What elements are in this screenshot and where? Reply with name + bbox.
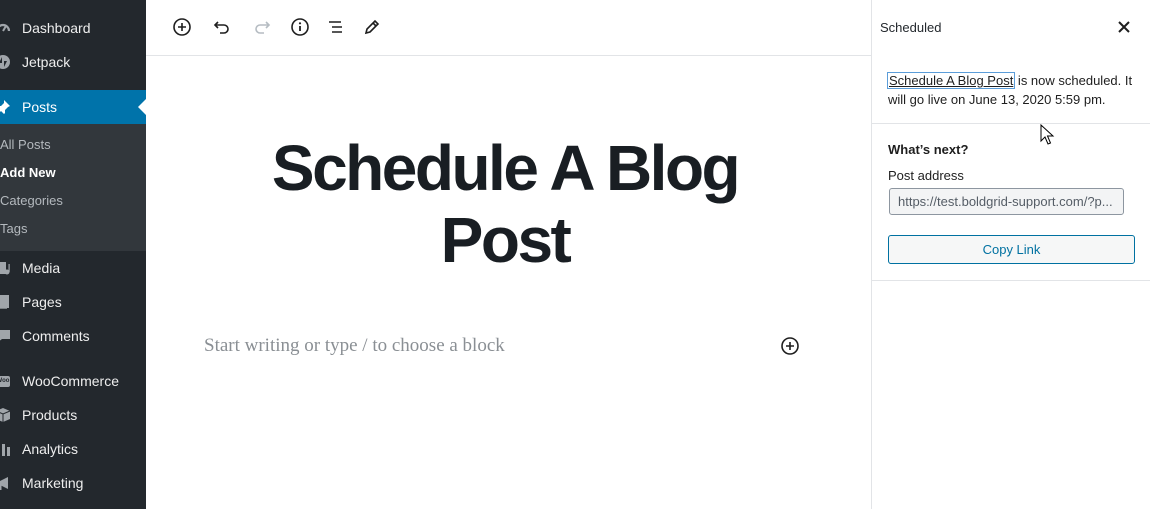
menu-item-woocommerce[interactable]: Woo WooCommerce (0, 364, 146, 398)
scheduled-panel: Scheduled Schedule A Blog Post is now sc… (871, 0, 1150, 509)
menu-label-woocommerce: WooCommerce (22, 373, 119, 389)
woocommerce-icon-text: Woo (0, 375, 11, 387)
menu-item-media[interactable]: Media (0, 251, 146, 285)
submenu-all-posts[interactable]: All Posts (0, 137, 51, 152)
pushpin-icon (0, 98, 12, 116)
menu-label-marketing: Marketing (22, 475, 84, 491)
jetpack-icon (0, 53, 12, 71)
menu-label-products: Products (22, 407, 78, 423)
menu-item-jetpack[interactable]: Jetpack (0, 45, 146, 79)
close-icon[interactable] (1115, 18, 1133, 36)
mouse-cursor-icon (1040, 124, 1055, 145)
menu-label-media: Media (22, 260, 61, 276)
menu-item-pages[interactable]: Pages (0, 285, 146, 319)
menu-label-jetpack: Jetpack (22, 54, 71, 70)
block-placeholder[interactable]: Start writing or type / to choose a bloc… (204, 335, 505, 357)
divider (872, 280, 1150, 281)
posts-submenu: All Posts Add New Categories Tags (0, 124, 146, 251)
admin-sidebar: Dashboard Jetpack Posts All Posts Add Ne… (0, 0, 146, 509)
post-address-label: Post address (888, 168, 964, 183)
analytics-icon (0, 440, 12, 458)
submenu-add-new[interactable]: Add New (0, 165, 56, 180)
menu-item-posts[interactable]: Posts (0, 90, 146, 124)
menu-label-dashboard: Dashboard (22, 20, 91, 36)
copy-link-button[interactable]: Copy Link (888, 235, 1135, 264)
menu-item-products[interactable]: Products (0, 398, 146, 432)
redo-icon[interactable] (251, 16, 273, 38)
editor-toolbar (146, 0, 871, 56)
post-address-field[interactable] (889, 188, 1124, 215)
menu-label-analytics: Analytics (22, 441, 79, 457)
edit-pencil-icon[interactable] (361, 16, 383, 38)
woocommerce-icon: Woo (0, 372, 12, 390)
undo-icon[interactable] (211, 16, 233, 38)
menu-item-dashboard[interactable]: Dashboard (0, 11, 146, 45)
menu-item-analytics[interactable]: Analytics (0, 432, 146, 466)
add-block-icon[interactable] (171, 16, 193, 38)
products-icon (0, 406, 12, 424)
menu-label-pages: Pages (22, 294, 62, 310)
post-title[interactable]: Schedule A Blog Post (200, 132, 810, 276)
menu-item-comments[interactable]: Comments (0, 319, 146, 353)
dashboard-icon (0, 19, 12, 37)
panel-title: Scheduled (880, 20, 942, 35)
whats-next-heading: What’s next? (888, 142, 969, 157)
info-icon[interactable] (289, 16, 311, 38)
inline-add-block-icon[interactable] (779, 335, 801, 357)
post-link[interactable]: Schedule A Blog Post (886, 72, 1016, 89)
megaphone-icon (0, 474, 12, 492)
pages-icon (0, 293, 12, 311)
divider (872, 123, 1150, 124)
menu-item-marketing[interactable]: Marketing (0, 466, 146, 500)
submenu-tags[interactable]: Tags (0, 221, 27, 236)
menu-label-comments: Comments (22, 328, 90, 344)
media-icon (0, 259, 12, 277)
comments-icon (0, 327, 12, 345)
scheduled-notice: Schedule A Blog Post is now scheduled. I… (886, 71, 1140, 109)
list-view-icon[interactable] (325, 16, 347, 38)
menu-label-posts: Posts (22, 99, 58, 115)
panel-header: Scheduled (872, 0, 1150, 55)
submenu-categories[interactable]: Categories (0, 193, 63, 208)
